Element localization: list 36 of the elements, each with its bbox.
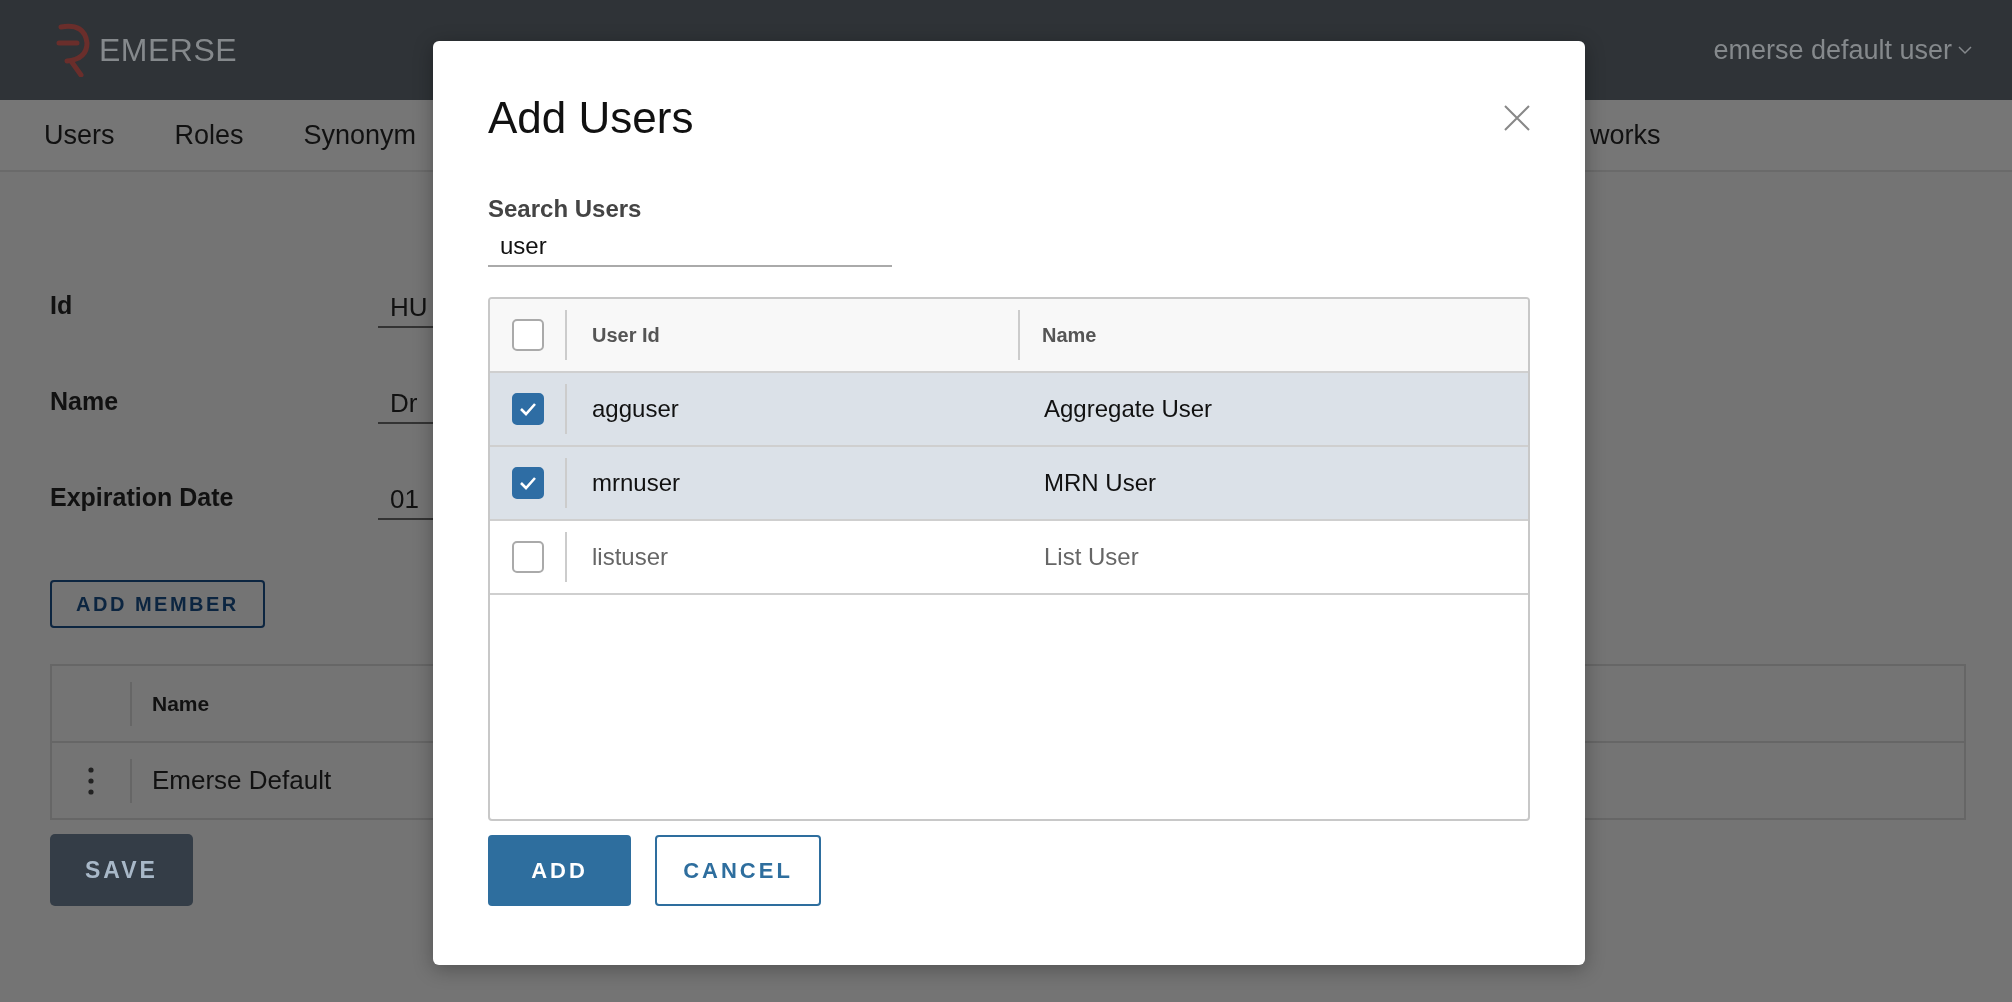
table-cell-text: mrnuser — [591, 469, 682, 497]
checkbox[interactable] — [511, 467, 544, 499]
kebab-menu-icon[interactable] — [88, 766, 94, 795]
nav-tab[interactable]: works — [1590, 119, 1661, 151]
save-button[interactable]: SAVE — [50, 834, 193, 906]
checkmark-icon — [518, 476, 537, 490]
nav-tab[interactable]: Users — [44, 119, 115, 151]
search-label: Search Users — [488, 195, 643, 223]
logo-text: EMERSE — [99, 31, 238, 69]
checkmark-icon — [518, 402, 537, 416]
table-cell-text: MRN User — [1043, 469, 1156, 497]
table-cell-text: listuser — [591, 543, 670, 571]
cancel-button[interactable]: CANCEL — [655, 835, 821, 906]
table-cell-text: agguser — [591, 395, 680, 423]
logo-icon — [55, 23, 91, 77]
column-header: Name — [151, 691, 210, 716]
user-menu[interactable]: emerse default user — [1713, 34, 1972, 66]
column-header: User Id — [592, 323, 660, 347]
checkbox[interactable] — [511, 319, 544, 351]
field-label: Name — [50, 386, 120, 416]
table-cell-text: List User — [1043, 543, 1139, 571]
add-button[interactable]: ADD — [488, 835, 631, 906]
field-label: Expiration Date — [50, 482, 235, 512]
table-cell-text: Emerse Default — [151, 765, 332, 796]
nav-tab[interactable]: Synonym — [303, 119, 417, 151]
chevron-down-icon — [1958, 45, 1972, 55]
dialog-title: Add Users — [488, 93, 694, 143]
column-header: Name — [1041, 323, 1097, 347]
checkbox[interactable] — [511, 541, 544, 573]
close-icon — [1504, 105, 1530, 131]
add-member-button[interactable]: ADD MEMBER — [50, 580, 265, 628]
nav-tab[interactable]: Roles — [174, 119, 244, 151]
table-cell-text: Aggregate User — [1043, 395, 1213, 423]
checkbox[interactable] — [511, 393, 544, 425]
close-button[interactable] — [1504, 105, 1530, 131]
field-label: Id — [50, 290, 74, 320]
